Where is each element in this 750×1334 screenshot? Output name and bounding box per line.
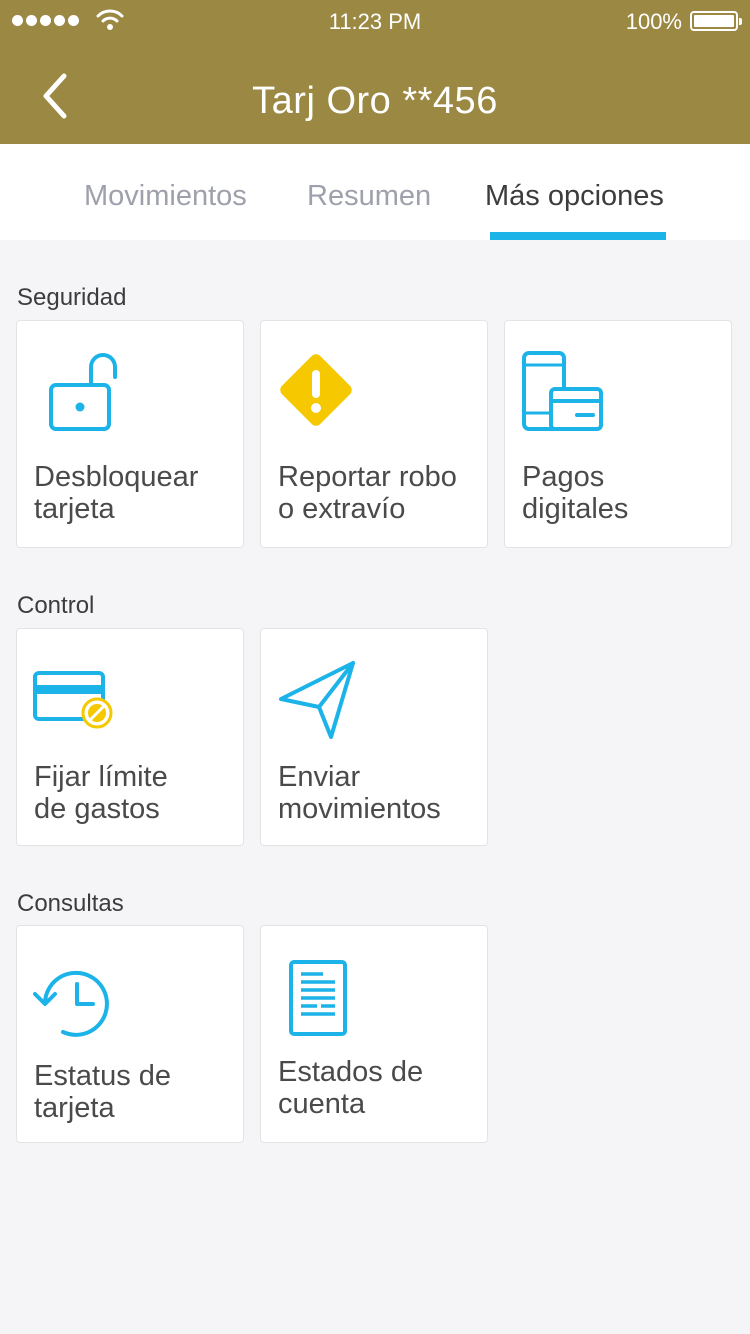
battery-percentage: 100% [625, 9, 682, 34]
tab-resumen[interactable]: Resumen [307, 180, 431, 213]
card-limit-icon [33, 671, 113, 729]
card-label: Enviar movimientos [278, 761, 441, 825]
section-title-control: Control [17, 592, 95, 619]
card-desbloquear-tarjeta[interactable]: Desbloquear tarjeta [16, 320, 244, 548]
tab-mas-opciones[interactable]: Más opciones [485, 180, 664, 213]
warning-icon [280, 354, 352, 426]
battery-icon [690, 11, 742, 31]
send-icon [279, 661, 355, 739]
card-label: Estados de cuenta [278, 1056, 424, 1120]
section-title-consultas: Consultas [17, 890, 124, 917]
card-enviar-movimientos[interactable]: Enviar movimientos [260, 628, 488, 846]
active-tab-indicator [490, 232, 666, 240]
tab-bar: Movimientos Resumen Más opciones [0, 144, 750, 240]
section-title-seguridad: Seguridad [17, 284, 127, 311]
card-label: Estatus de tarjeta [34, 1060, 172, 1124]
card-pagos-digitales[interactable]: Pagos digitales [504, 320, 732, 548]
app-header: 11:23 PM 100% Tarj Oro **456 [0, 0, 750, 144]
card-label: Pagos digitales [522, 461, 629, 525]
phone-card-icon [522, 351, 603, 431]
card-estatus-tarjeta[interactable]: Estatus de tarjeta [16, 925, 244, 1143]
status-bar: 11:23 PM 100% [0, 0, 750, 40]
history-icon [33, 970, 109, 1037]
document-icon [289, 960, 347, 1036]
unlock-icon [49, 353, 117, 431]
card-label: Fijar límite de gastos [34, 761, 168, 825]
tab-movimientos[interactable]: Movimientos [84, 180, 247, 213]
card-fijar-limite[interactable]: Fijar límite de gastos [16, 628, 244, 846]
card-reportar-robo[interactable]: Reportar robo o extravío [260, 320, 488, 548]
card-estados-cuenta[interactable]: Estados de cuenta [260, 925, 488, 1143]
card-label: Reportar robo o extravío [278, 461, 457, 525]
page-title: Tarj Oro **456 [252, 80, 498, 122]
card-label: Desbloquear tarjeta [34, 461, 199, 525]
